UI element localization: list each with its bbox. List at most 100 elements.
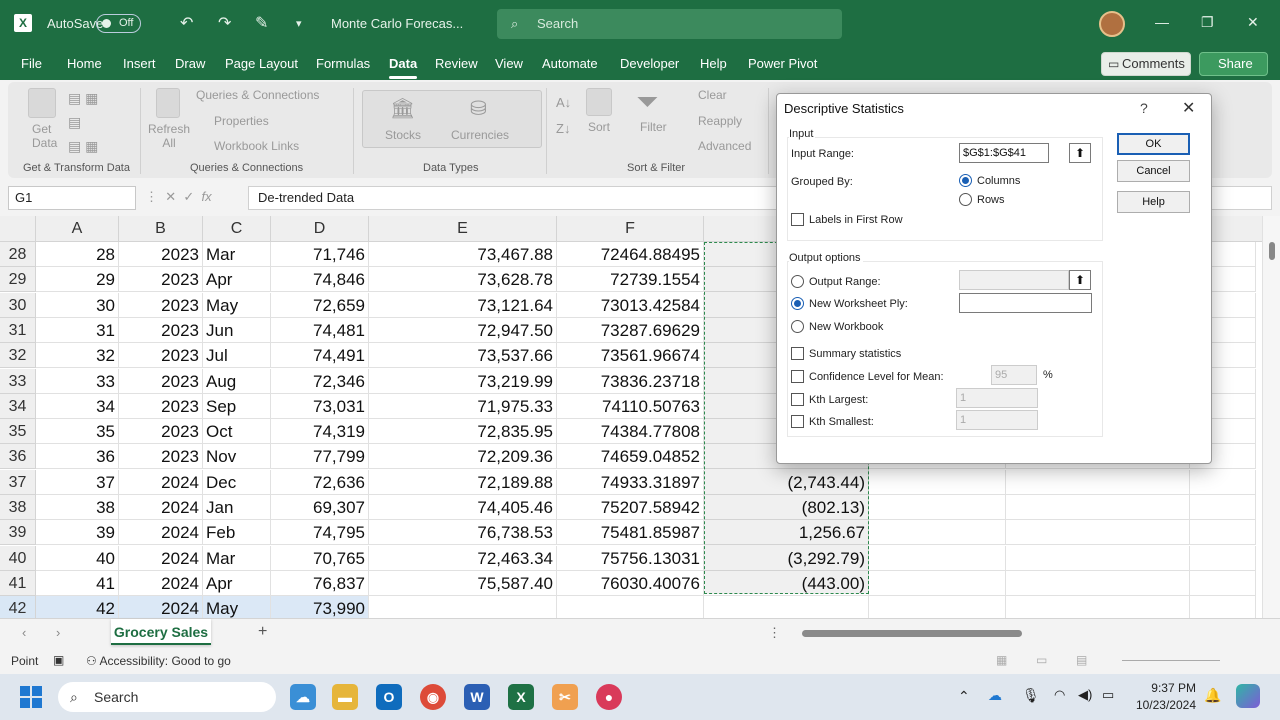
cell-c[interactable]: Nov <box>203 444 271 470</box>
row-header[interactable]: 29 <box>0 267 36 293</box>
cell-b[interactable]: 2023 <box>119 368 203 394</box>
cell-c[interactable]: Jul <box>203 343 271 369</box>
row-header[interactable]: 34 <box>0 393 36 419</box>
document-title[interactable]: Monte Carlo Forecas... <box>331 16 463 31</box>
sort-az-icon[interactable]: A↓ Z↓ <box>556 90 571 142</box>
clear-button[interactable]: Clear <box>698 88 727 102</box>
row-header[interactable]: 37 <box>0 469 36 495</box>
cell-h[interactable] <box>869 596 1006 618</box>
cell-d[interactable]: 74,319 <box>271 419 369 445</box>
ok-button[interactable]: OK <box>1117 133 1190 155</box>
cell-f[interactable]: 74384.77808 <box>557 419 704 445</box>
properties-button[interactable]: Properties <box>214 114 269 128</box>
kth-largest-checkbox[interactable] <box>791 393 804 406</box>
snipping-tool-icon[interactable]: ✂ <box>552 684 578 710</box>
comments-button[interactable]: Comments <box>1101 52 1191 76</box>
autosave-toggle[interactable]: Off <box>96 14 141 33</box>
column-header-e[interactable]: E <box>369 216 557 242</box>
row-header[interactable]: 42 <box>0 596 36 618</box>
cell-a[interactable]: 42 <box>36 596 119 618</box>
cell-d[interactable]: 76,837 <box>271 570 369 596</box>
cell-a[interactable]: 32 <box>36 343 119 369</box>
cell-f[interactable]: 73561.96674 <box>557 343 704 369</box>
cell-b[interactable]: 2023 <box>119 343 203 369</box>
kth-smallest-checkbox[interactable] <box>791 415 804 428</box>
labels-first-row-checkbox[interactable] <box>791 213 804 226</box>
cell-b[interactable]: 2023 <box>119 267 203 293</box>
notifications-bell-icon[interactable]: 🔔 <box>1204 687 1221 704</box>
output-range-collapse-icon[interactable]: ⬆ <box>1069 270 1091 290</box>
battery-icon[interactable]: ▭ <box>1102 687 1114 703</box>
view-normal-icon[interactable]: ▦ <box>996 653 1007 667</box>
cell-j[interactable] <box>1190 520 1256 546</box>
cell-a[interactable]: 37 <box>36 469 119 495</box>
recording-app-icon[interactable]: ● <box>596 684 622 710</box>
cell-i[interactable] <box>1006 469 1190 495</box>
zoom-slider[interactable] <box>1122 660 1220 661</box>
cell-a[interactable]: 36 <box>36 444 119 470</box>
cell-e[interactable]: 72,835.95 <box>369 419 557 445</box>
cell-d[interactable]: 70,765 <box>271 545 369 571</box>
cell-c[interactable]: Jun <box>203 317 271 343</box>
tab-draw[interactable]: Draw <box>175 56 205 71</box>
cell-c[interactable]: Sep <box>203 393 271 419</box>
cell-i[interactable] <box>1006 520 1190 546</box>
currencies-button[interactable]: Currencies <box>451 128 509 142</box>
wifi-icon[interactable]: ◠ <box>1054 687 1065 703</box>
tab-split-handle-icon[interactable]: ⋮ <box>768 625 781 641</box>
tab-review[interactable]: Review <box>435 56 478 71</box>
column-header-d[interactable]: D <box>271 216 369 242</box>
cell-c[interactable]: Apr <box>203 267 271 293</box>
grouped-rows-radio[interactable] <box>959 193 972 206</box>
cell-d[interactable]: 72,659 <box>271 292 369 318</box>
cell-d[interactable]: 74,491 <box>271 343 369 369</box>
tab-formulas[interactable]: Formulas <box>316 56 370 71</box>
cell-h[interactable] <box>869 495 1006 520</box>
cell-a[interactable]: 35 <box>36 419 119 445</box>
cell-c[interactable]: May <box>203 596 271 618</box>
cell-f[interactable] <box>557 596 704 618</box>
tab-file[interactable]: File <box>21 56 42 71</box>
confidence-level-checkbox[interactable] <box>791 370 804 383</box>
filter-button[interactable]: Filter <box>640 120 667 134</box>
cell-a[interactable]: 28 <box>36 242 119 267</box>
horizontal-scroll-thumb[interactable] <box>802 630 1022 637</box>
onedrive-icon[interactable]: ☁ <box>988 687 1002 704</box>
cell-a[interactable]: 38 <box>36 495 119 520</box>
cell-e[interactable]: 75,587.40 <box>369 570 557 596</box>
kth-smallest-field[interactable]: 1 <box>956 410 1038 430</box>
cell-a[interactable]: 30 <box>36 292 119 318</box>
cell-e[interactable]: 71,975.33 <box>369 393 557 419</box>
undo-icon[interactable]: ↶ <box>180 13 193 33</box>
cell-e[interactable]: 74,405.46 <box>369 495 557 520</box>
close-window-icon[interactable]: ✕ <box>1247 14 1259 31</box>
outlook-icon[interactable]: O <box>376 684 402 710</box>
cell-a[interactable]: 31 <box>36 317 119 343</box>
cell-c[interactable]: Jan <box>203 495 271 520</box>
workbook-links-button[interactable]: Workbook Links <box>214 139 299 153</box>
row-header[interactable]: 38 <box>0 495 36 520</box>
cell-f[interactable]: 74110.50763 <box>557 393 704 419</box>
cell-d[interactable]: 74,795 <box>271 520 369 546</box>
input-range-field[interactable]: $G$1:$G$41 <box>959 143 1049 163</box>
cell-h[interactable] <box>869 570 1006 596</box>
cell-j[interactable] <box>1190 596 1256 618</box>
minimize-icon[interactable]: — <box>1155 14 1169 30</box>
cell-f[interactable]: 76030.40076 <box>557 570 704 596</box>
cell-d[interactable]: 71,746 <box>271 242 369 267</box>
windows-start-icon[interactable] <box>20 686 42 708</box>
select-all-corner[interactable] <box>0 216 36 242</box>
cell-c[interactable]: Oct <box>203 419 271 445</box>
cell-b[interactable]: 2024 <box>119 570 203 596</box>
tab-insert[interactable]: Insert <box>123 56 156 71</box>
advanced-button[interactable]: Advanced <box>698 139 751 153</box>
summary-statistics-checkbox[interactable] <box>791 347 804 360</box>
cell-a[interactable]: 34 <box>36 393 119 419</box>
cell-d[interactable]: 72,636 <box>271 469 369 495</box>
cell-j[interactable] <box>1190 570 1256 596</box>
taskbar-search[interactable]: ⌕ Search <box>58 682 276 712</box>
row-header[interactable]: 30 <box>0 292 36 318</box>
tab-home[interactable]: Home <box>67 56 102 71</box>
new-worksheet-ply-radio[interactable] <box>791 297 804 310</box>
kth-largest-field[interactable]: 1 <box>956 388 1038 408</box>
